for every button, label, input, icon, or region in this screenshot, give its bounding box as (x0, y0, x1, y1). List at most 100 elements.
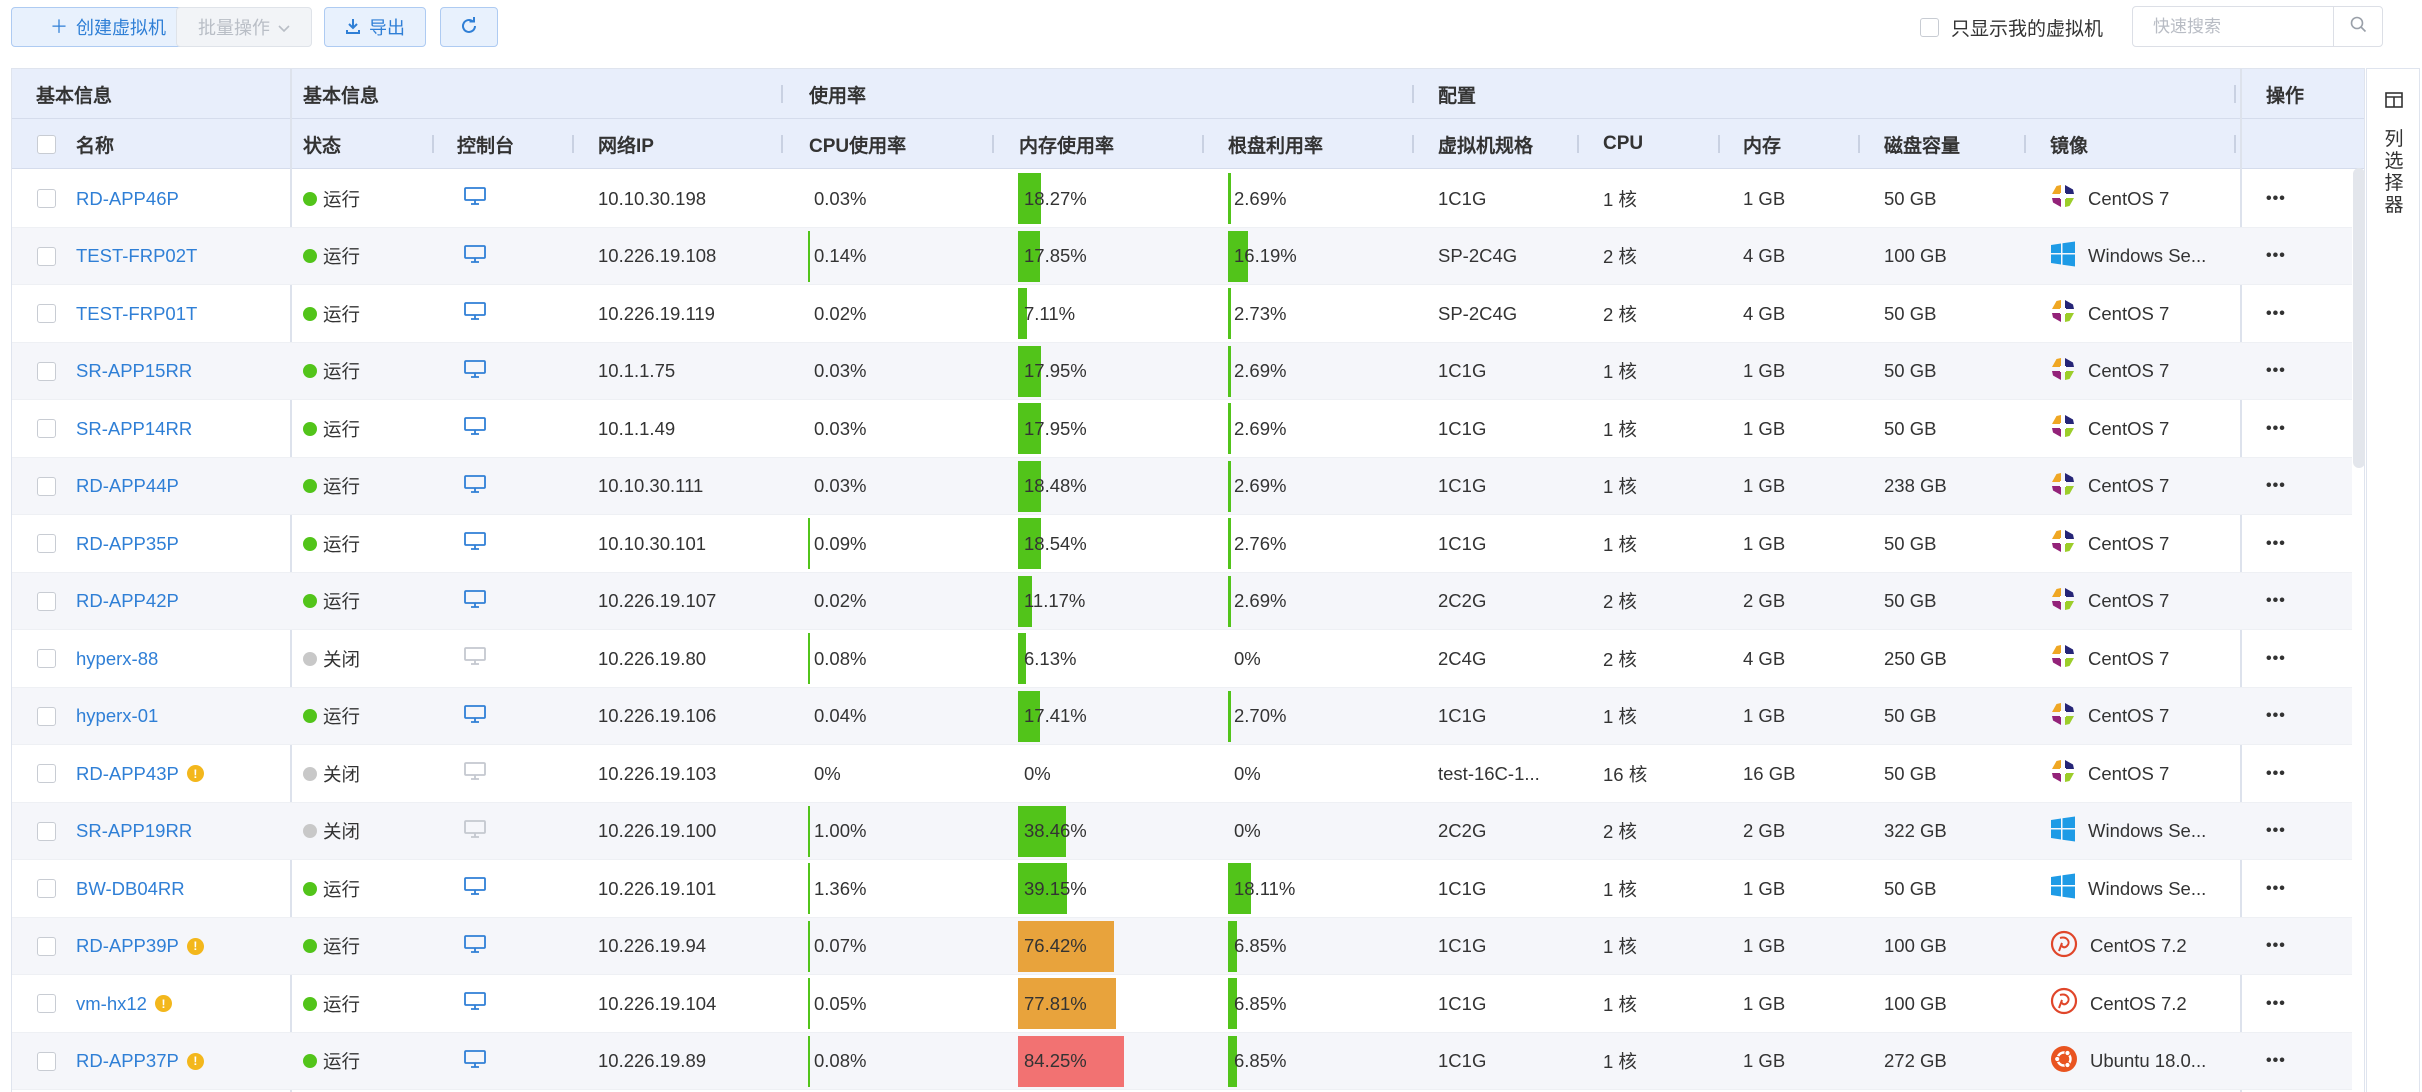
row-checkbox[interactable] (37, 649, 56, 669)
monitor-icon[interactable] (464, 877, 486, 900)
more-icon[interactable]: ••• (2266, 822, 2286, 840)
row-checkbox-cell[interactable] (37, 975, 56, 1033)
console-cell[interactable] (464, 1033, 486, 1091)
vm-name-link[interactable]: SR-APP19RR (76, 820, 192, 842)
row-checkbox[interactable] (37, 189, 56, 209)
only-mine-checkbox[interactable] (1920, 18, 1939, 37)
row-checkbox-cell[interactable] (37, 630, 56, 688)
more-actions-button[interactable]: ••• (2266, 228, 2286, 286)
vm-name-link[interactable]: TEST-FRP02T (76, 245, 197, 267)
vertical-scrollbar[interactable] (2353, 168, 2365, 468)
vm-name-link[interactable]: RD-APP46P (76, 188, 179, 210)
row-checkbox-cell[interactable] (37, 803, 56, 861)
vm-name-link[interactable]: RD-APP42P (76, 590, 179, 612)
vm-name-cell[interactable]: RD-APP43P! (76, 745, 204, 803)
console-cell[interactable] (464, 400, 486, 458)
more-actions-button[interactable]: ••• (2266, 860, 2286, 918)
vm-name-link[interactable]: SR-APP14RR (76, 418, 192, 440)
console-cell[interactable] (464, 515, 486, 573)
row-checkbox[interactable] (37, 764, 56, 784)
console-cell[interactable] (464, 860, 486, 918)
vm-name-cell[interactable]: RD-APP42P (76, 573, 179, 631)
monitor-icon[interactable] (464, 589, 486, 613)
monitor-icon[interactable] (464, 302, 486, 325)
vm-name-cell[interactable]: BW-DB04RR (76, 860, 185, 918)
vm-name-link[interactable]: SR-APP15RR (76, 360, 192, 382)
row-checkbox[interactable] (37, 361, 56, 381)
row-checkbox[interactable] (37, 304, 56, 324)
column-header-image[interactable]: 镜像 (2050, 119, 2088, 169)
column-header-cpu[interactable]: CPU (1603, 119, 1643, 169)
monitor-icon[interactable] (464, 1049, 486, 1073)
row-checkbox-cell[interactable] (37, 1033, 56, 1091)
more-icon[interactable]: ••• (2266, 650, 2286, 668)
column-header-mem-usage[interactable]: 内存使用率 (1019, 119, 1114, 169)
vm-name-cell[interactable]: RD-APP37P! (76, 1033, 204, 1091)
monitor-icon[interactable] (464, 474, 486, 498)
more-icon[interactable]: ••• (2266, 535, 2286, 553)
more-actions-button[interactable]: ••• (2266, 688, 2286, 746)
more-icon[interactable]: ••• (2266, 305, 2286, 323)
vm-name-cell[interactable]: RD-APP44P (76, 458, 179, 516)
only-mine-filter[interactable]: 只显示我的虚拟机 (1920, 14, 2103, 41)
vm-name-cell[interactable]: SR-APP14RR (76, 400, 192, 458)
row-checkbox[interactable] (37, 476, 56, 496)
more-actions-button[interactable]: ••• (2266, 630, 2286, 688)
vm-name-link[interactable]: vm-hx12 (76, 993, 147, 1015)
column-header-ip[interactable]: 网络IP (598, 119, 654, 169)
more-icon[interactable]: ••• (2266, 477, 2286, 495)
more-icon[interactable]: ••• (2266, 880, 2286, 898)
column-header-spec[interactable]: 虚拟机规格 (1438, 119, 1533, 169)
table-row[interactable]: RD-APP39P! 运行 10.226.19.94 0.07% 76.42% 6.85%… (12, 917, 2352, 976)
row-checkbox-cell[interactable] (37, 515, 56, 573)
vm-name-link[interactable]: RD-APP39P (76, 935, 179, 957)
refresh-button[interactable] (440, 7, 498, 47)
row-checkbox[interactable] (37, 706, 56, 726)
row-checkbox-cell[interactable] (37, 228, 56, 286)
console-cell[interactable] (464, 975, 486, 1033)
more-actions-button[interactable]: ••• (2266, 745, 2286, 803)
console-cell[interactable] (464, 285, 486, 343)
row-checkbox-cell[interactable] (37, 458, 56, 516)
table-row[interactable]: SR-APP14RR 运行 10.1.1.49 0.03% 17.95% 2.69% 1C1… (12, 400, 2352, 458)
column-header-status[interactable]: 状态 (303, 119, 341, 169)
row-checkbox[interactable] (37, 246, 56, 266)
table-row[interactable]: RD-APP35P 运行 10.10.30.101 0.09% 18.54% 2.76% 1… (12, 515, 2352, 573)
more-icon[interactable]: ••• (2266, 190, 2286, 208)
row-checkbox-cell[interactable] (37, 170, 56, 228)
search-input[interactable] (2133, 7, 2334, 46)
row-checkbox[interactable] (37, 1051, 56, 1071)
row-checkbox[interactable] (37, 419, 56, 439)
vm-name-cell[interactable]: RD-APP39P! (76, 918, 204, 976)
monitor-icon[interactable] (464, 704, 486, 728)
vm-name-cell[interactable]: TEST-FRP02T (76, 228, 197, 286)
row-checkbox[interactable] (37, 936, 56, 956)
column-header-name[interactable]: 名称 (76, 119, 114, 169)
monitor-icon[interactable] (464, 359, 486, 383)
console-cell[interactable] (464, 688, 486, 746)
table-row[interactable]: BW-DB04RR 运行 10.226.19.101 1.36% 39.15% 18.11… (12, 860, 2352, 918)
more-actions-button[interactable]: ••• (2266, 1033, 2286, 1091)
console-cell[interactable] (464, 228, 486, 286)
row-checkbox[interactable] (37, 591, 56, 611)
vm-name-link[interactable]: RD-APP43P (76, 763, 179, 785)
more-actions-button[interactable]: ••• (2266, 975, 2286, 1033)
console-cell[interactable] (464, 458, 486, 516)
console-cell[interactable] (464, 343, 486, 401)
table-row[interactable]: RD-APP42P 运行 10.226.19.107 0.02% 11.17% 2.69%… (12, 572, 2352, 631)
column-header-disk-capacity[interactable]: 磁盘容量 (1884, 119, 1960, 169)
monitor-icon[interactable] (464, 532, 486, 555)
search-button[interactable] (2334, 7, 2382, 46)
vm-name-cell[interactable]: TEST-FRP01T (76, 285, 197, 343)
row-checkbox-cell[interactable] (37, 745, 56, 803)
vm-name-cell[interactable]: SR-APP15RR (76, 343, 192, 401)
more-icon[interactable]: ••• (2266, 937, 2286, 955)
table-row[interactable]: RD-APP43P! 关闭 10.226.19.103 0% 0% 0% test-16C-… (12, 745, 2352, 803)
vm-name-link[interactable]: hyperx-01 (76, 705, 158, 727)
row-checkbox[interactable] (37, 821, 56, 841)
console-cell[interactable] (464, 170, 486, 228)
select-all-checkbox[interactable] (37, 134, 56, 154)
more-actions-button[interactable]: ••• (2266, 458, 2286, 516)
table-row[interactable]: RD-APP37P! 运行 10.226.19.89 0.08% 84.25% 6.85%… (12, 1032, 2352, 1091)
monitor-icon[interactable] (464, 934, 486, 958)
